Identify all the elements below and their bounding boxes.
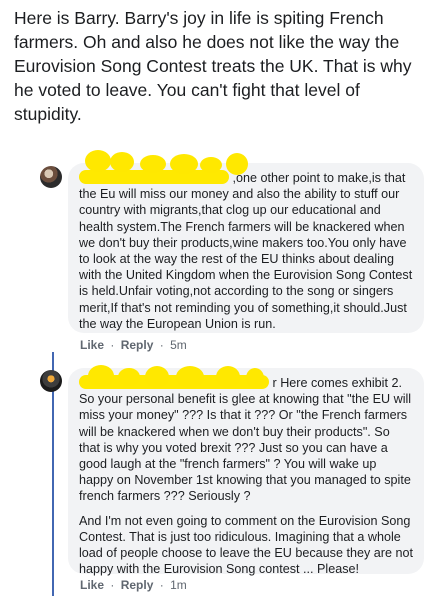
redaction-mark — [85, 150, 111, 172]
redaction-mark — [88, 365, 114, 387]
comment-bubble: ,one other point to make,is that the Eu … — [68, 163, 424, 333]
separator-dot: · — [110, 338, 115, 352]
redaction-mark — [246, 368, 264, 388]
redaction-mark — [118, 368, 140, 386]
reply-link[interactable]: Reply — [121, 578, 154, 592]
redaction-mark — [140, 155, 166, 173]
comment-actions: Like · Reply · 1m — [80, 578, 187, 592]
separator-dot: · — [110, 578, 115, 592]
redaction-mark — [200, 157, 222, 173]
like-link[interactable]: Like — [80, 578, 104, 592]
redaction-mark — [170, 154, 198, 174]
separator-dot: · — [159, 578, 164, 592]
redaction-mark — [216, 366, 240, 388]
comment-actions: Like · Reply · 5m — [80, 338, 187, 352]
separator-dot: · — [159, 338, 164, 352]
commenter-avatar[interactable] — [40, 166, 62, 188]
redaction-mark — [226, 153, 248, 175]
reply-link[interactable]: Reply — [121, 338, 154, 352]
comment-text-paragraph: r Here comes exhibit 2. So your personal… — [79, 376, 412, 504]
post-text: Here is Barry. Barry's joy in life is sp… — [14, 8, 412, 124]
comment-timestamp[interactable]: 5m — [170, 338, 187, 352]
redaction-mark — [176, 366, 204, 388]
commenter-avatar[interactable] — [40, 370, 62, 392]
comment-timestamp[interactable]: 1m — [170, 578, 187, 592]
comment-text: ,one other point to make,is that the Eu … — [79, 171, 413, 331]
comment-bubble: r Here comes exhibit 2. So your personal… — [68, 368, 424, 576]
like-link[interactable]: Like — [80, 338, 104, 352]
comment-text-paragraph: And I'm not even going to comment on the… — [79, 513, 413, 577]
redaction-mark — [145, 366, 169, 388]
redaction-mark — [110, 152, 134, 172]
